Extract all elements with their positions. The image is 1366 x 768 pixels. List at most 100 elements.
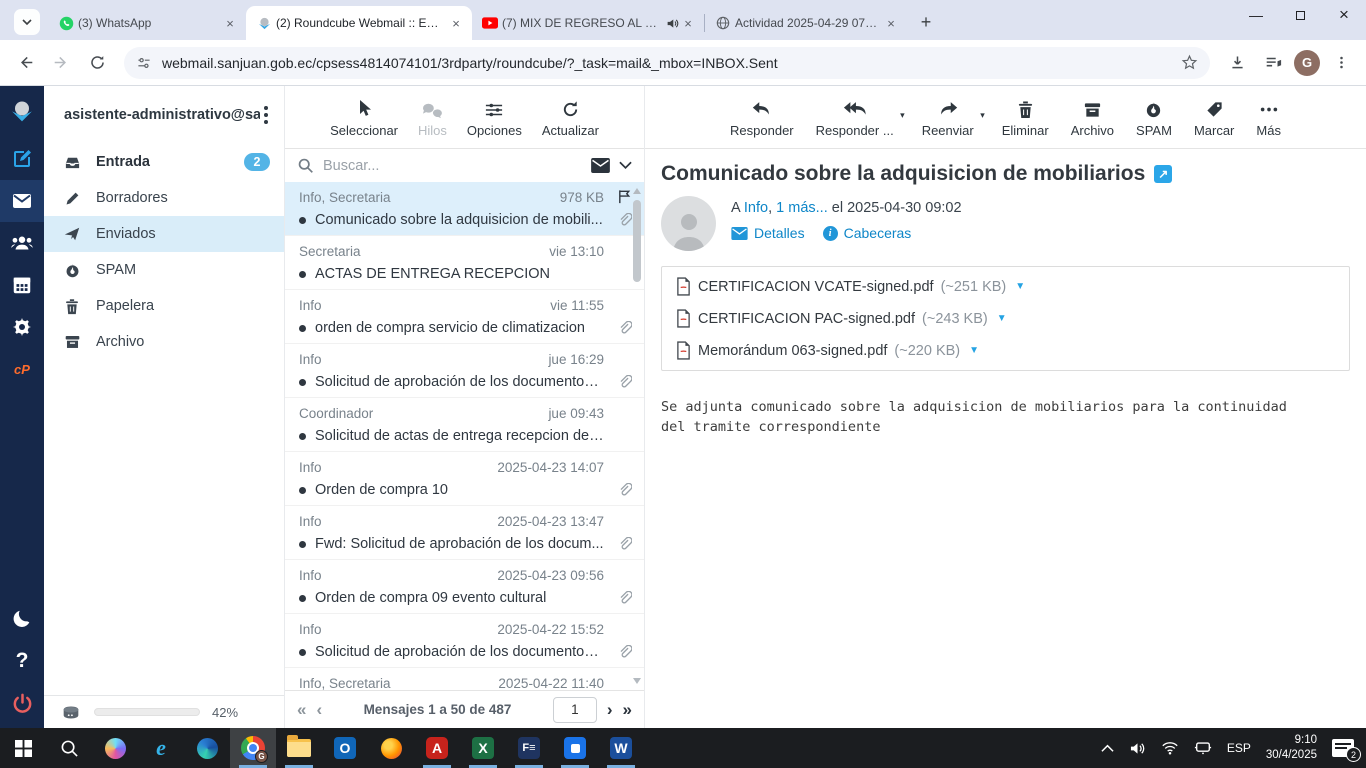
delete-button[interactable]: Eliminar (1002, 97, 1049, 138)
profile-avatar[interactable]: G (1294, 49, 1320, 76)
attachment-menu-caret-icon[interactable]: ▼ (1015, 281, 1025, 292)
taskbar-search-icon[interactable] (46, 728, 92, 768)
attachment-menu-caret-icon[interactable]: ▼ (997, 313, 1007, 324)
tab-close-icon[interactable]: × (448, 15, 464, 31)
dropdown-caret-icon[interactable]: ▾ (900, 110, 905, 121)
reply-button[interactable]: Responder (730, 97, 794, 138)
details-toggle[interactable]: Detalles (731, 225, 805, 241)
window-close-button[interactable]: × (1322, 0, 1366, 30)
last-page-icon[interactable]: » (623, 700, 632, 720)
help-icon[interactable]: ? (0, 640, 44, 682)
refresh-button[interactable]: Actualizar (542, 97, 599, 138)
list-scrollbar[interactable] (631, 182, 643, 690)
sidebar-item-borradores[interactable]: Borradores (44, 180, 284, 216)
more-button[interactable]: Más (1256, 97, 1281, 138)
compose-icon[interactable] (0, 138, 44, 180)
settings-gear-icon[interactable] (0, 306, 44, 348)
fes-app-icon[interactable]: F≡ (506, 728, 552, 768)
select-button[interactable]: Seleccionar (330, 97, 398, 138)
site-settings-icon[interactable] (136, 55, 152, 71)
logout-power-icon[interactable] (0, 682, 44, 724)
new-tab-button[interactable]: + (913, 9, 939, 35)
meet-now-icon[interactable] (1194, 741, 1212, 755)
tab-youtube[interactable]: (7) MIX DE REGRESO AL PA × (472, 6, 704, 40)
more-recipients-link[interactable]: 1 más... (776, 200, 828, 216)
sidebar-item-enviados[interactable]: Enviados (44, 216, 284, 252)
attachment-name[interactable]: CERTIFICACION PAC-signed.pdf (698, 311, 915, 327)
scroll-down-icon[interactable] (633, 678, 641, 684)
notification-center-icon[interactable]: 2 (1332, 739, 1361, 762)
chrome-icon[interactable]: G (230, 728, 276, 768)
internet-explorer-icon[interactable]: e (138, 728, 184, 768)
tab-close-icon[interactable]: × (680, 15, 696, 31)
attachment-menu-caret-icon[interactable]: ▼ (969, 345, 979, 356)
next-page-icon[interactable]: › (607, 700, 613, 720)
first-page-icon[interactable]: « (297, 700, 306, 720)
window-restore-button[interactable] (1278, 0, 1322, 30)
address-bar[interactable]: webmail.sanjuan.gob.ec/cpsess4814074101/… (124, 46, 1210, 79)
wifi-icon[interactable] (1161, 741, 1179, 755)
cpanel-icon[interactable]: cP (0, 348, 44, 390)
reload-button[interactable] (82, 48, 112, 78)
taskbar-clock[interactable]: 9:10 30/4/2025 (1266, 733, 1317, 763)
attachment-item[interactable]: CERTIFICACION PAC-signed.pdf (~243 KB) ▼ (676, 309, 1007, 328)
search-scope-mail-icon[interactable] (591, 158, 610, 173)
tab-close-icon[interactable]: × (222, 15, 238, 31)
attachment-name[interactable]: Memorándum 063-signed.pdf (698, 343, 887, 359)
attachment-name[interactable]: CERTIFICACION VCATE-signed.pdf (698, 279, 934, 295)
message-row[interactable]: Coordinador jue 09:43 Solicitud de actas … (285, 398, 644, 452)
message-row[interactable]: Info, Secretaria 978 KB Comunicado sobre … (285, 182, 644, 236)
sidebar-item-entrada[interactable]: Entrada 2 (44, 144, 284, 180)
outlook-icon[interactable]: O (322, 728, 368, 768)
search-options-chevron-icon[interactable] (619, 161, 632, 170)
window-minimize-button[interactable]: — (1234, 0, 1278, 30)
tab-roundcube[interactable]: (2) Roundcube Webmail :: Envia × (246, 6, 472, 40)
tab-whatsapp[interactable]: (3) WhatsApp × (48, 6, 246, 40)
message-row[interactable]: Info 2025-04-23 14:07 Orden de compra 10 (285, 452, 644, 506)
tray-chevron-up-icon[interactable] (1101, 744, 1114, 753)
recipient-link[interactable]: Info (744, 200, 768, 216)
dark-mode-moon-icon[interactable] (0, 598, 44, 640)
dropdown-caret-icon[interactable]: ▾ (980, 110, 985, 121)
page-number-input[interactable]: 1 (552, 696, 597, 723)
scroll-up-icon[interactable] (633, 188, 641, 194)
roundcube-logo-icon[interactable] (0, 86, 44, 138)
account-menu-icon[interactable] (260, 102, 272, 128)
acrobat-icon[interactable]: A (414, 728, 460, 768)
tab-close-icon[interactable]: × (883, 15, 899, 31)
scrollbar-thumb[interactable] (633, 200, 641, 282)
contacts-icon[interactable] (0, 222, 44, 264)
url-text[interactable]: webmail.sanjuan.gob.ec/cpsess4814074101/… (162, 55, 1171, 71)
message-row[interactable]: Info vie 11:55 orden de compra servicio d… (285, 290, 644, 344)
bookmark-star-icon[interactable] (1181, 54, 1198, 71)
calendar-icon[interactable] (0, 264, 44, 306)
message-row[interactable]: Info jue 16:29 Solicitud de aprobación de… (285, 344, 644, 398)
edge-icon[interactable] (184, 728, 230, 768)
start-button[interactable] (0, 728, 46, 768)
sidebar-item-spam[interactable]: SPAM (44, 252, 284, 288)
attachment-item[interactable]: Memorándum 063-signed.pdf (~220 KB) ▼ (676, 341, 1016, 360)
tab-audio-icon[interactable] (664, 15, 680, 31)
tab-actividad[interactable]: Actividad 2025-04-29 07:30:00 × (705, 6, 907, 40)
tab-search-button[interactable] (14, 9, 40, 35)
flag-icon[interactable] (617, 189, 632, 204)
threads-button[interactable]: Hilos (418, 97, 447, 138)
language-indicator[interactable]: ESP (1227, 741, 1251, 755)
firefox-icon[interactable] (368, 728, 414, 768)
forward-button[interactable] (46, 48, 76, 78)
copilot-icon[interactable] (92, 728, 138, 768)
browser-menu-icon[interactable] (1326, 48, 1356, 78)
downloads-icon[interactable] (1222, 48, 1252, 78)
message-row[interactable]: Info 2025-04-22 15:52 Solicitud de aproba… (285, 614, 644, 668)
media-controls-icon[interactable] (1258, 48, 1288, 78)
file-explorer-icon[interactable] (276, 728, 322, 768)
sidebar-item-papelera[interactable]: Papelera (44, 288, 284, 324)
prev-page-icon[interactable]: ‹ (316, 700, 322, 720)
sidebar-item-archivo[interactable]: Archivo (44, 324, 284, 360)
forward-button[interactable]: Reenviar ▾ (922, 97, 985, 138)
options-button[interactable]: Opciones (467, 97, 522, 138)
volume-icon[interactable] (1129, 741, 1146, 756)
message-row[interactable]: Secretaria vie 13:10 ACTAS DE ENTREGA REC… (285, 236, 644, 290)
excel-icon[interactable]: X (460, 728, 506, 768)
message-row[interactable]: Info 2025-04-23 13:47 Fwd: Solicitud de a… (285, 506, 644, 560)
